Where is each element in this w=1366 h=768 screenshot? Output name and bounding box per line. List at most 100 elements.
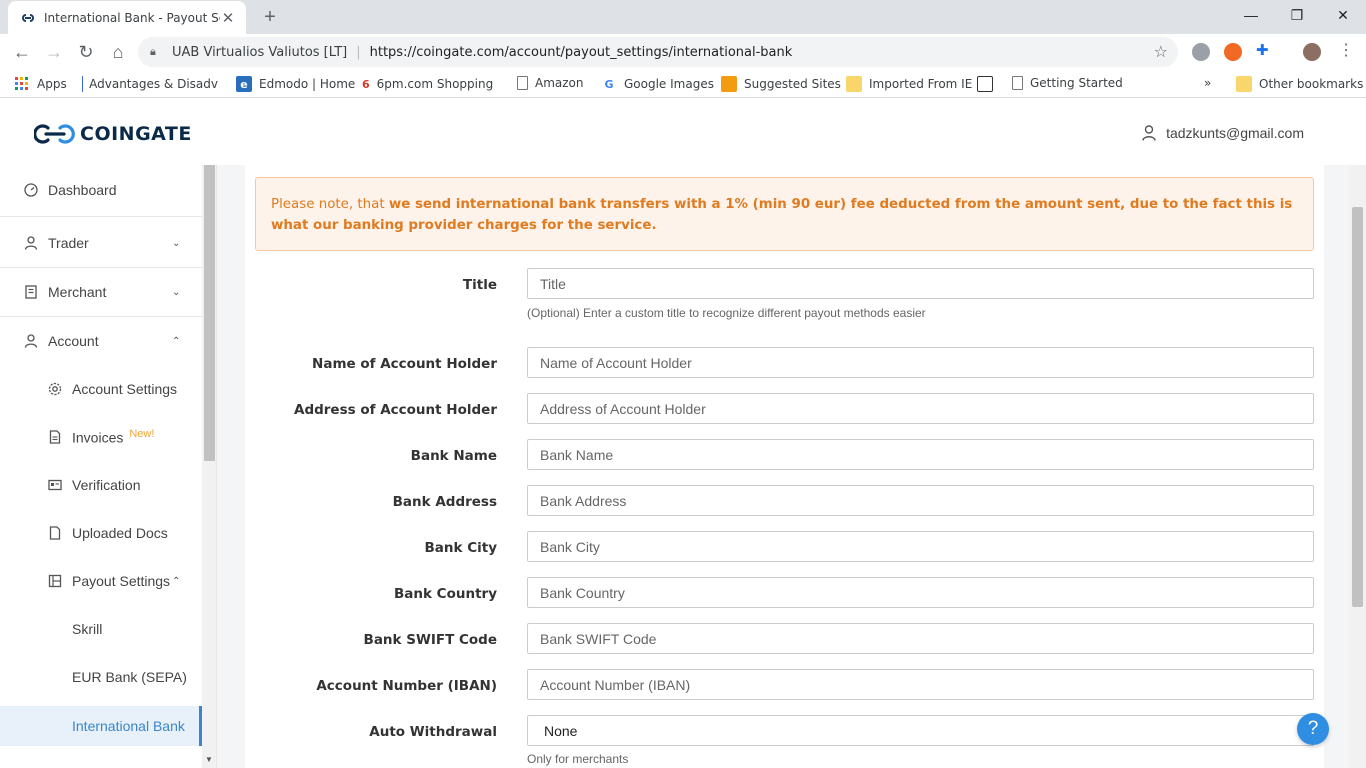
sidebar-item-payout-settings[interactable]: Payout Settings ⌃ [0,557,202,605]
bookmark-google-images[interactable]: G Google Images [601,76,713,92]
holder-address-label: Address of Account Holder [294,402,497,418]
chevron-down-icon: ⌄ [172,237,181,249]
title-help-text: (Optional) Enter a custom title to recog… [527,306,926,320]
sidebar-item-merchant[interactable]: Merchant ⌄ [0,267,202,317]
sidebar-item-label: EUR Bank (SEPA) [72,669,187,685]
sidebar-item-account-settings[interactable]: Account Settings [0,365,202,413]
sidebar-item-label: Verification [72,477,141,493]
title-input[interactable] [527,268,1314,299]
page-scrollbar[interactable] [1349,165,1366,768]
sidebar-item-verification[interactable]: Verification [0,461,202,509]
sidebar-item-dashboard[interactable]: Dashboard [0,165,202,215]
sidebar-item-label: Merchant [48,284,107,300]
new-badge: New! [129,428,155,441]
site-header: COINGATE tadzkunts@gmail.com [0,99,1366,165]
puzzle-extension-icon[interactable]: ✚ [1256,41,1274,59]
bookmark-advantages[interactable]: Advantages & Disadv [82,76,218,92]
invoices-label: Invoices [72,429,124,446]
bookmark-imported-ie[interactable]: Imported From IE [846,76,972,92]
bookmark-edmodo[interactable]: e Edmodo | Home [236,76,355,92]
coingate-logo-icon [34,124,75,144]
bookmarks-bar: Apps Advantages & Disadv e Edmodo | Home… [0,70,1366,98]
tab-close-icon[interactable]: ✕ [220,10,236,27]
bookmark-apps[interactable]: Apps [14,76,67,92]
browser-tab[interactable]: International Bank - Payout Setti ✕ [8,1,246,34]
document-icon [49,430,61,444]
reload-icon[interactable]: ↻ [72,38,100,66]
holder-name-input[interactable] [527,347,1314,378]
bank-country-input[interactable] [527,577,1314,608]
bookmark-label: Edmodo | Home [259,77,356,91]
window-close-button[interactable]: ✕ [1320,0,1366,30]
sidebar-item-label: Invoices New! [72,428,154,446]
auto-withdrawal-help-text: Only for merchants [527,752,629,766]
address-bar[interactable]: 🔒︎ UAB Virtualios Valiutos [LT] | https:… [138,37,1178,67]
bank-city-label: Bank City [424,540,497,556]
new-tab-button[interactable]: + [258,5,282,29]
swift-input[interactable] [527,623,1314,654]
sidebar-scroll-thumb[interactable] [204,165,215,461]
home-icon[interactable]: ⌂ [104,38,132,66]
6pm-icon: 6 [362,77,370,91]
minimize-button[interactable]: — [1228,0,1274,30]
bookmark-amazon[interactable]: Amazon [517,76,584,90]
back-arrow-icon[interactable]: ← [8,38,36,66]
globe-extension-icon[interactable] [1192,43,1210,61]
help-button[interactable]: ? [1297,713,1329,745]
browser-toolbar: ← → ↻ ⌂ 🔒︎ UAB Virtualios Valiutos [LT] … [0,34,1366,70]
iban-label: Account Number (IBAN) [316,678,497,694]
bookmarks-overflow-button[interactable]: » [1204,76,1211,90]
logo-text: COINGATE [80,123,192,145]
page-scroll-thumb[interactable] [1352,207,1363,607]
bookmark-suggested-sites[interactable]: Suggested Sites [721,76,841,92]
bank-country-label: Bank Country [393,586,497,602]
site-organization: UAB Virtualios Valiutos [LT] [172,44,348,60]
sidebar-item-account[interactable]: Account ⌃ [0,316,202,366]
chevron-down-icon: ⌄ [172,286,181,298]
tab-title: International Bank - Payout Setti [44,10,220,25]
restore-button[interactable]: ❐ [1274,0,1320,30]
bookmark-reader[interactable] [977,76,1000,92]
bookmark-star-icon[interactable]: ☆ [1154,42,1168,61]
sidebar-item-skrill[interactable]: Skrill [0,605,202,653]
forward-arrow-icon[interactable]: → [40,38,68,66]
bank-name-input[interactable] [527,439,1314,470]
sidebar-item-uploaded-docs[interactable]: Uploaded Docs [0,509,202,557]
scroll-down-arrow-icon[interactable]: ▼ [205,755,213,764]
menu-kebab-icon[interactable]: ⋮ [1338,40,1356,59]
sidebar-item-label: Payout Settings [72,573,171,589]
iban-input[interactable] [527,669,1314,700]
bank-name-label: Bank Name [410,448,497,464]
sidebar-item-eur-bank[interactable]: EUR Bank (SEPA) [0,653,202,701]
id-card-icon [48,479,62,491]
bank-address-input[interactable] [527,485,1314,516]
sidebar-scrollbar[interactable]: ▼ [202,165,216,768]
sidebar-item-label: Account [48,333,99,349]
sidebar-item-international-bank[interactable]: International Bank [0,706,202,746]
auto-withdrawal-value: None [544,722,578,739]
browser-tabstrip: International Bank - Payout Setti ✕ + — … [0,0,1366,34]
user-menu[interactable]: tadzkunts@gmail.com [1142,125,1304,141]
bookmark-label: Apps [37,77,67,91]
sidebar: Dashboard Trader ⌄ Merchant ⌄ Account ⌃ … [0,165,217,768]
dashboard-gauge-icon [24,183,38,197]
orange-extension-icon[interactable] [1224,43,1242,61]
sidebar-item-trader[interactable]: Trader ⌄ [0,218,202,268]
bookmark-label: Amazon [535,76,584,90]
receipt-icon [25,285,37,299]
user-icon [24,334,38,348]
bookmark-other[interactable]: Other bookmarks [1236,76,1363,92]
holder-address-input[interactable] [527,393,1314,424]
sidebar-item-invoices[interactable]: Invoices New! [0,413,202,461]
bookmark-getting-started[interactable]: Getting Started [1012,76,1123,90]
address-separator: | [356,44,361,60]
coingate-logo[interactable]: COINGATE [34,123,192,145]
sidebar-item-label: Dashboard [48,182,117,198]
profile-avatar[interactable] [1303,43,1321,61]
bank-city-input[interactable] [527,531,1314,562]
bookmark-6pm[interactable]: 6 6pm.com Shopping E [362,76,498,92]
auto-withdrawal-label: Auto Withdrawal [369,724,497,740]
gear-icon [48,382,62,396]
edmodo-icon: e [236,76,252,92]
auto-withdrawal-select[interactable]: None [527,715,1314,746]
